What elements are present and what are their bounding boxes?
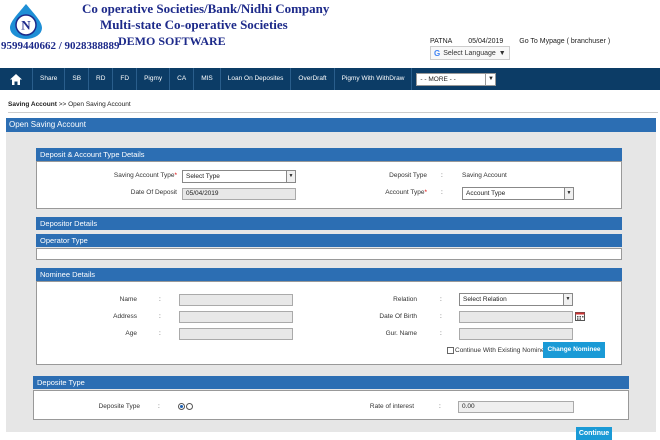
nav-pigmy[interactable]: Pigmy: [137, 68, 171, 90]
date-of-birth-input[interactable]: [459, 311, 573, 323]
section-deposit-account: Deposit & Account Type Details: [36, 148, 622, 161]
account-type-label: Account Type*: [385, 189, 427, 196]
saving-account-type-label: Saving Account Type*: [113, 172, 177, 179]
header: N Co operative Societies/Bank/Nidhi Comp…: [0, 0, 660, 66]
nav-sb[interactable]: SB: [65, 68, 90, 90]
deposit-type-value: Saving Account: [462, 172, 507, 179]
page-title: Open Saving Account: [6, 118, 656, 132]
phone-numbers: 9599440662 / 9028388889: [1, 40, 120, 52]
nav-mis[interactable]: MIS: [194, 68, 221, 90]
language-selector[interactable]: G Select Language ▼: [430, 46, 510, 60]
saving-account-type-select[interactable]: Select Type ▼: [182, 170, 296, 183]
chevron-down-icon: ▼: [286, 171, 295, 182]
nav-pigmy-withdraw[interactable]: Pigmy With WithDraw: [335, 68, 413, 90]
more-menu-select[interactable]: - - MORE - - ▼: [416, 72, 497, 86]
existing-nominee-checkbox[interactable]: [447, 347, 454, 354]
nav-share[interactable]: Share: [33, 68, 66, 90]
deposite-type-radio-2[interactable]: [186, 403, 193, 410]
rate-of-interest-input[interactable]: 0.00: [458, 401, 574, 413]
date-of-birth-label: Date Of Birth: [379, 313, 417, 320]
deposite-type-radio-1[interactable]: [178, 403, 185, 410]
nominee-address-label: Address: [113, 313, 137, 320]
form-area: Deposit & Account Type Details Saving Ac…: [6, 132, 656, 440]
account-type-select[interactable]: Account Type ▼: [462, 187, 574, 200]
gur-name-label: Gur. Name: [385, 330, 417, 337]
nav-rd[interactable]: RD: [89, 68, 114, 90]
deposit-type-label: Deposit Type: [389, 172, 427, 179]
breadcrumb-current: Open Saving Account: [68, 101, 131, 108]
rate-of-interest-label: Rate of interest: [369, 403, 414, 410]
chevron-down-icon: ▼: [485, 72, 495, 86]
nominee-age-input[interactable]: [179, 328, 293, 340]
deposit-account-panel: Saving Account Type* : Select Type▼ Date…: [36, 161, 622, 209]
nominee-age-label: Age: [125, 330, 137, 337]
date-of-deposit-input[interactable]: 05/04/2019: [182, 188, 296, 200]
current-date: 05/04/2019: [468, 38, 504, 45]
company-logo: N: [10, 4, 42, 39]
calendar-icon[interactable]: [575, 311, 585, 321]
main-nav: Share SB RD FD Pigmy CA MIS Loan On Depo…: [0, 68, 660, 90]
section-nominee-details: Nominee Details: [36, 268, 622, 281]
gur-name-input[interactable]: [459, 328, 573, 340]
relation-label: Relation: [393, 296, 417, 303]
google-icon: G: [434, 48, 441, 58]
continue-button[interactable]: Continue: [576, 427, 612, 440]
nav-fd[interactable]: FD: [113, 68, 138, 90]
home-icon: [10, 73, 22, 85]
nav-overdraft[interactable]: OverDraft: [291, 68, 335, 90]
breadcrumb-separator: >>: [56, 101, 69, 108]
nav-ca[interactable]: CA: [170, 68, 195, 90]
nominee-address-input[interactable]: [179, 311, 293, 323]
existing-nominee-label: Continue With Existing Nominee: [455, 347, 549, 354]
relation-select[interactable]: Select Relation ▼: [459, 293, 573, 306]
chevron-down-icon: ▼: [498, 49, 506, 57]
change-nominee-button[interactable]: Change Nominee: [543, 342, 605, 358]
user-bar: PATNA 05/04/2019 Go To Mypage ( branchus…: [430, 38, 624, 45]
my-page-link[interactable]: Go To Mypage ( branchuser ): [519, 38, 610, 45]
nominee-panel: Name : Address : Age : Relation : Select…: [36, 281, 622, 365]
nominee-name-input[interactable]: [179, 294, 293, 306]
chevron-down-icon: ▼: [564, 188, 573, 199]
operator-panel: [36, 248, 622, 260]
home-button[interactable]: [0, 68, 33, 90]
logo-letter: N: [21, 18, 31, 33]
date-of-deposit-label: Date Of Deposit: [130, 189, 177, 196]
company-name-line1: Co operative Societies/Bank/Nidhi Compan…: [82, 1, 330, 16]
company-name-line3: DEMO SOFTWARE: [118, 34, 226, 48]
chevron-down-icon: ▼: [563, 294, 572, 305]
language-label: Select Language: [443, 49, 496, 57]
more-menu-value: - - MORE - -: [420, 75, 456, 83]
section-deposite-type: Deposite Type: [33, 376, 629, 389]
breadcrumb: Saving Account >> Open Saving Account: [8, 98, 658, 113]
nav-loan-on-deposites[interactable]: Loan On Deposites: [221, 68, 292, 90]
section-depositor-details: Depositor Details: [36, 217, 622, 230]
deposite-type-label: Deposite Type: [98, 403, 140, 410]
company-name-line2: Multi-state Co-operative Societies: [100, 17, 288, 32]
nominee-name-label: Name: [119, 296, 137, 303]
deposite-type-panel: Deposite Type : Rate of interest : 0.00: [33, 390, 629, 420]
branch-name: PATNA: [430, 38, 453, 45]
section-operator-type: Operator Type: [36, 234, 622, 247]
breadcrumb-root[interactable]: Saving Account: [8, 101, 57, 108]
